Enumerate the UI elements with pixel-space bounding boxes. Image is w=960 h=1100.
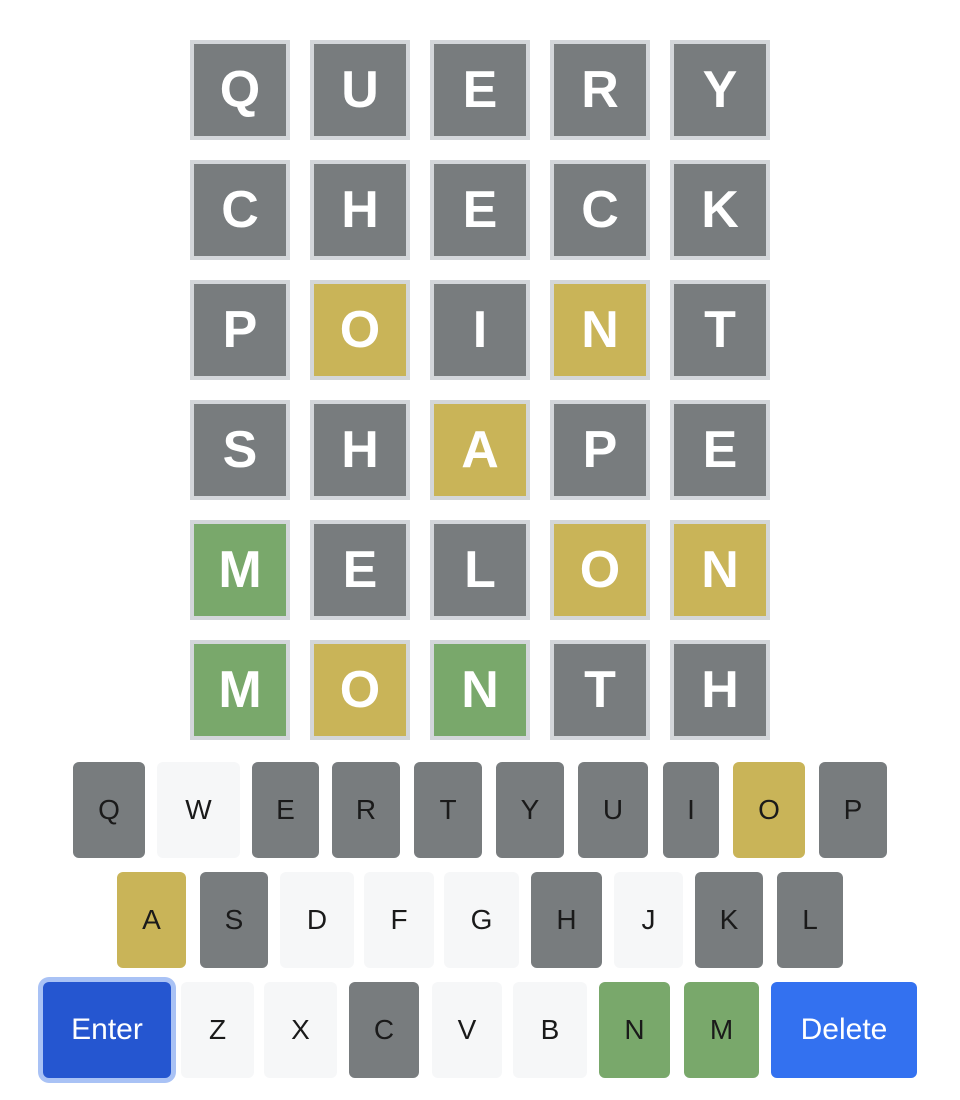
key-p[interactable]: P bbox=[819, 762, 887, 858]
key-q[interactable]: Q bbox=[73, 762, 145, 858]
delete-button[interactable]: Delete bbox=[771, 982, 917, 1078]
key-u[interactable]: U bbox=[578, 762, 648, 858]
key-w[interactable]: W bbox=[157, 762, 240, 858]
key-v[interactable]: V bbox=[432, 982, 502, 1078]
key-k[interactable]: K bbox=[695, 872, 763, 968]
key-n[interactable]: N bbox=[599, 982, 670, 1078]
key-y[interactable]: Y bbox=[496, 762, 564, 858]
key-g[interactable]: G bbox=[444, 872, 519, 968]
key-s[interactable]: S bbox=[200, 872, 268, 968]
on-screen-keyboard: Q W E R T Y U I O P A S D F G H J K L Enter Z X C V B N M Delete bbox=[0, 0, 960, 1100]
key-a[interactable]: A bbox=[117, 872, 186, 968]
key-b[interactable]: B bbox=[513, 982, 587, 1078]
key-e[interactable]: E bbox=[252, 762, 319, 858]
key-x[interactable]: X bbox=[264, 982, 337, 1078]
key-d[interactable]: D bbox=[280, 872, 354, 968]
key-z[interactable]: Z bbox=[181, 982, 254, 1078]
key-l[interactable]: L bbox=[777, 872, 843, 968]
key-t[interactable]: T bbox=[414, 762, 482, 858]
key-m[interactable]: M bbox=[684, 982, 759, 1078]
key-j[interactable]: J bbox=[614, 872, 683, 968]
key-o[interactable]: O bbox=[733, 762, 805, 858]
key-r[interactable]: R bbox=[332, 762, 400, 858]
key-f[interactable]: F bbox=[364, 872, 434, 968]
key-c[interactable]: C bbox=[349, 982, 419, 1078]
enter-button[interactable]: Enter bbox=[43, 982, 171, 1078]
key-h[interactable]: H bbox=[531, 872, 602, 968]
key-i[interactable]: I bbox=[663, 762, 719, 858]
